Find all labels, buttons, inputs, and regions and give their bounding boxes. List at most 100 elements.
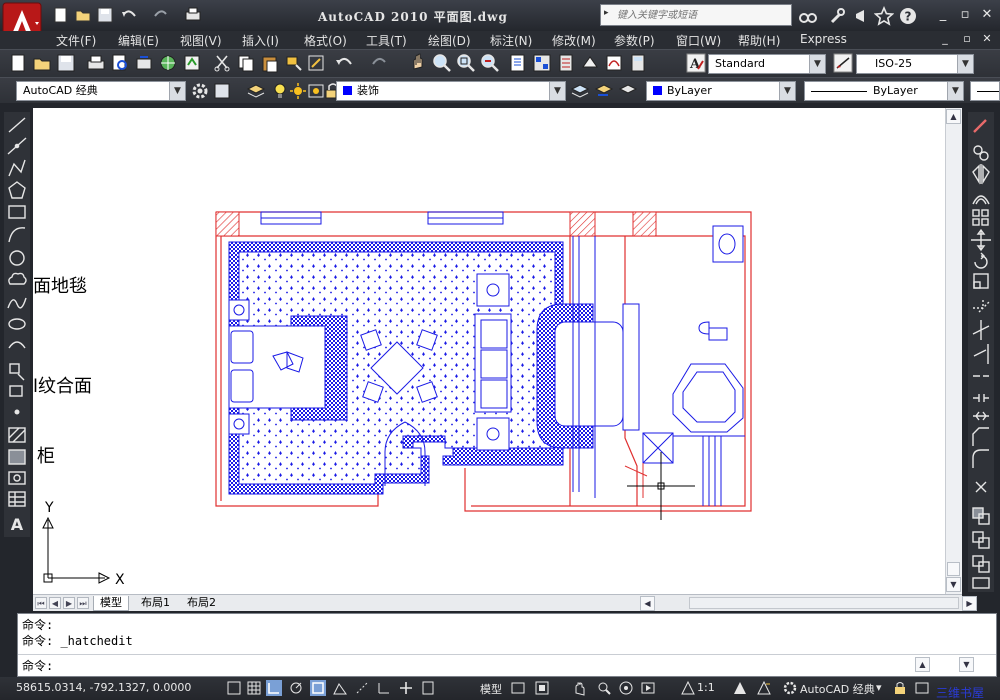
layout-viewport-icon[interactable] [972, 577, 990, 589]
help-icon[interactable]: ? [898, 6, 918, 26]
3d-dwf-icon[interactable] [158, 53, 178, 73]
polar-tracking-icon[interactable] [288, 680, 304, 696]
dim-style-select[interactable]: ISO-25 ▼ [856, 54, 974, 74]
dynamic-ucs-icon[interactable] [376, 680, 392, 696]
command-scroll-down-icon[interactable]: ▼ [959, 657, 974, 672]
restore-window-button[interactable]: ▫ [954, 5, 976, 25]
block-editor-icon[interactable] [306, 53, 326, 73]
tab-layout1[interactable]: 布局1 [135, 596, 176, 611]
zoom-previous-icon[interactable] [480, 53, 500, 73]
scale-icon[interactable] [973, 273, 989, 289]
open-folder-icon[interactable] [74, 6, 92, 24]
favorites-star-icon[interactable] [873, 5, 895, 26]
dynamic-input-icon[interactable] [398, 680, 414, 696]
print-icon[interactable] [86, 53, 106, 73]
auto-scale-icon[interactable] [756, 680, 772, 696]
redo-toolbar-icon[interactable] [370, 53, 390, 73]
group-icon[interactable] [972, 531, 990, 549]
redo-icon[interactable] [152, 6, 170, 24]
command-prompt[interactable]: 命令: [22, 657, 53, 674]
trim-icon[interactable] [972, 320, 990, 340]
save-icon[interactable] [96, 6, 114, 24]
lock-ui-icon[interactable] [892, 680, 908, 696]
extend-icon[interactable] [973, 344, 989, 364]
menu-parametric[interactable]: 参数(P) [614, 32, 655, 49]
tool-palettes-icon[interactable] [556, 53, 576, 73]
insert-block-icon[interactable] [9, 363, 25, 381]
cut-icon[interactable] [212, 53, 232, 73]
menu-help[interactable]: 帮助(H) [738, 32, 780, 49]
gradient-icon[interactable] [8, 449, 26, 465]
dim-style-icon[interactable] [833, 53, 853, 73]
scroll-thumb[interactable] [947, 562, 960, 576]
menu-express[interactable]: Express [800, 32, 847, 46]
qnew-icon[interactable] [8, 53, 28, 73]
fillet-icon[interactable] [972, 449, 989, 468]
workspace-select[interactable]: AutoCAD 经典 ▼ [16, 81, 186, 101]
tab-layout2[interactable]: 布局2 [181, 596, 222, 611]
scroll-down-icon[interactable]: ▼ [946, 577, 961, 592]
menu-format[interactable]: 格式(O) [304, 32, 347, 49]
circle-icon[interactable] [9, 250, 25, 266]
table-icon[interactable] [8, 491, 26, 507]
copy-object-icon[interactable] [973, 145, 989, 161]
annotation-visibility-icon[interactable] [732, 680, 748, 696]
color-select[interactable]: ByLayer ▼ [646, 81, 796, 101]
quickcalc-icon[interactable] [628, 53, 648, 73]
layer-states-icon[interactable] [618, 81, 638, 101]
markup-set-icon[interactable] [604, 53, 624, 73]
minimize-window-button[interactable]: _ [932, 5, 954, 25]
workspace-status-label[interactable]: AutoCAD 经典 [800, 681, 875, 697]
3d-osnap-icon[interactable] [332, 680, 348, 696]
workspace-switching-gear-icon[interactable] [782, 680, 798, 696]
revision-cloud-icon[interactable] [8, 272, 27, 285]
menu-edit[interactable]: 编辑(E) [118, 32, 159, 49]
menu-view[interactable]: 视图(V) [180, 32, 222, 49]
polyline-icon[interactable] [8, 159, 26, 177]
save-toolbar-icon[interactable] [56, 53, 76, 73]
help-search-input[interactable] [617, 7, 789, 24]
last-tab-icon[interactable]: ⏭ [77, 597, 89, 609]
region-icon[interactable] [8, 471, 26, 485]
drawing-canvas[interactable]: Y X 面地毯 l纹合面 柜 [33, 108, 945, 594]
lineweight-icon[interactable] [420, 680, 436, 696]
command-scroll-up-icon[interactable]: ▲ [915, 657, 930, 672]
help-search-box[interactable]: ▸ [600, 4, 792, 26]
prev-tab-icon[interactable]: ◀ [49, 597, 61, 609]
text-style-icon[interactable]: A [686, 53, 706, 73]
scroll-up-icon[interactable]: ▲ [946, 109, 961, 124]
vertical-scrollbar[interactable]: ▲ ▼ [945, 108, 962, 594]
zoom-window-icon[interactable] [456, 53, 476, 73]
steeringwheel-icon[interactable] [618, 680, 634, 696]
first-tab-icon[interactable]: ⏮ [35, 597, 47, 609]
hscroll-left-icon[interactable]: ◀ [640, 596, 655, 611]
line-icon[interactable] [8, 117, 26, 133]
lineweight-select[interactable] [970, 81, 1000, 101]
chamfer-icon[interactable] [972, 427, 989, 446]
multiline-text-icon[interactable]: A [11, 515, 24, 534]
wrench-icon[interactable] [828, 6, 848, 26]
make-current-layer-icon[interactable] [570, 81, 590, 101]
binoculars-icon[interactable] [798, 6, 818, 26]
ortho-mode-icon[interactable] [266, 680, 282, 696]
menu-draw[interactable]: 绘图(D) [428, 32, 471, 49]
showmotion-icon[interactable] [640, 680, 656, 696]
join-icon[interactable] [973, 411, 989, 421]
layer-previous-icon[interactable] [594, 81, 614, 101]
draw-order-icon[interactable] [972, 507, 990, 525]
point-icon[interactable] [14, 409, 20, 415]
plot-icon[interactable] [184, 6, 202, 24]
close-window-button[interactable]: ✕ [976, 5, 998, 25]
make-block-icon[interactable] [9, 385, 23, 397]
spline-icon[interactable] [7, 297, 27, 309]
menu-insert[interactable]: 插入(I) [242, 32, 279, 49]
construction-line-icon[interactable] [7, 137, 27, 155]
zoom-icon[interactable] [596, 680, 612, 696]
annotation-scale-icon[interactable] [680, 680, 696, 696]
ungroup-icon[interactable] [972, 555, 990, 573]
doc-close-button[interactable]: ✕ [976, 29, 998, 49]
paste-icon[interactable] [260, 53, 280, 73]
open-icon[interactable] [32, 53, 52, 73]
layer-properties-icon[interactable] [246, 81, 266, 101]
sheet-set-icon[interactable] [580, 53, 600, 73]
